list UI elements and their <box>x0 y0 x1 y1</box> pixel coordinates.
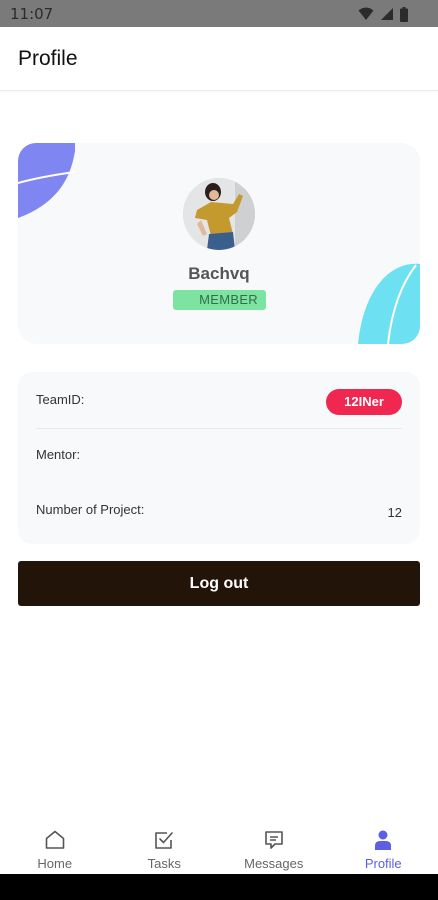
avatar-photo <box>183 178 255 250</box>
profile-card: Bachvq MEMBER <box>18 143 420 344</box>
nav-label-tasks: Tasks <box>147 856 181 871</box>
user-name: Bachvq <box>188 264 250 283</box>
nav-label-home: Home <box>37 856 73 871</box>
person-icon <box>375 830 392 850</box>
role-badge: MEMBER <box>173 290 266 310</box>
app-header: Profile <box>0 27 438 91</box>
status-icons <box>358 6 408 22</box>
bottom-nav: Home Tasks Messages Profile <box>0 820 438 874</box>
messages-icon <box>264 831 283 849</box>
info-card: TeamID: 12INer Mentor: Number of Project… <box>18 372 420 544</box>
page-title: Profile <box>18 47 78 70</box>
nav-item-tasks[interactable]: Tasks <box>110 820 220 874</box>
team-id-badge: 12INer <box>326 389 402 415</box>
nav-item-messages[interactable]: Messages <box>219 820 329 874</box>
status-bar: 11:07 <box>0 0 438 27</box>
nav-label-messages: Messages <box>244 856 304 871</box>
team-id-label: TeamID: <box>36 392 85 407</box>
row-divider <box>36 428 402 429</box>
mentor-label: Mentor: <box>36 447 81 462</box>
nav-item-home[interactable]: Home <box>0 820 110 874</box>
status-time: 11:07 <box>10 5 54 23</box>
avatar <box>183 178 255 250</box>
logout-button[interactable]: Log out <box>18 561 420 606</box>
project-count-value: 12 <box>387 505 402 520</box>
signal-icon <box>381 8 393 20</box>
nav-item-profile[interactable]: Profile <box>329 820 438 874</box>
wifi-icon <box>358 7 374 20</box>
battery-icon <box>400 6 408 22</box>
tasks-icon <box>155 832 174 849</box>
nav-label-profile: Profile <box>364 856 402 871</box>
system-navigation-bar <box>0 874 438 900</box>
home-icon <box>45 830 65 849</box>
project-count-label: Number of Project: <box>36 502 145 517</box>
